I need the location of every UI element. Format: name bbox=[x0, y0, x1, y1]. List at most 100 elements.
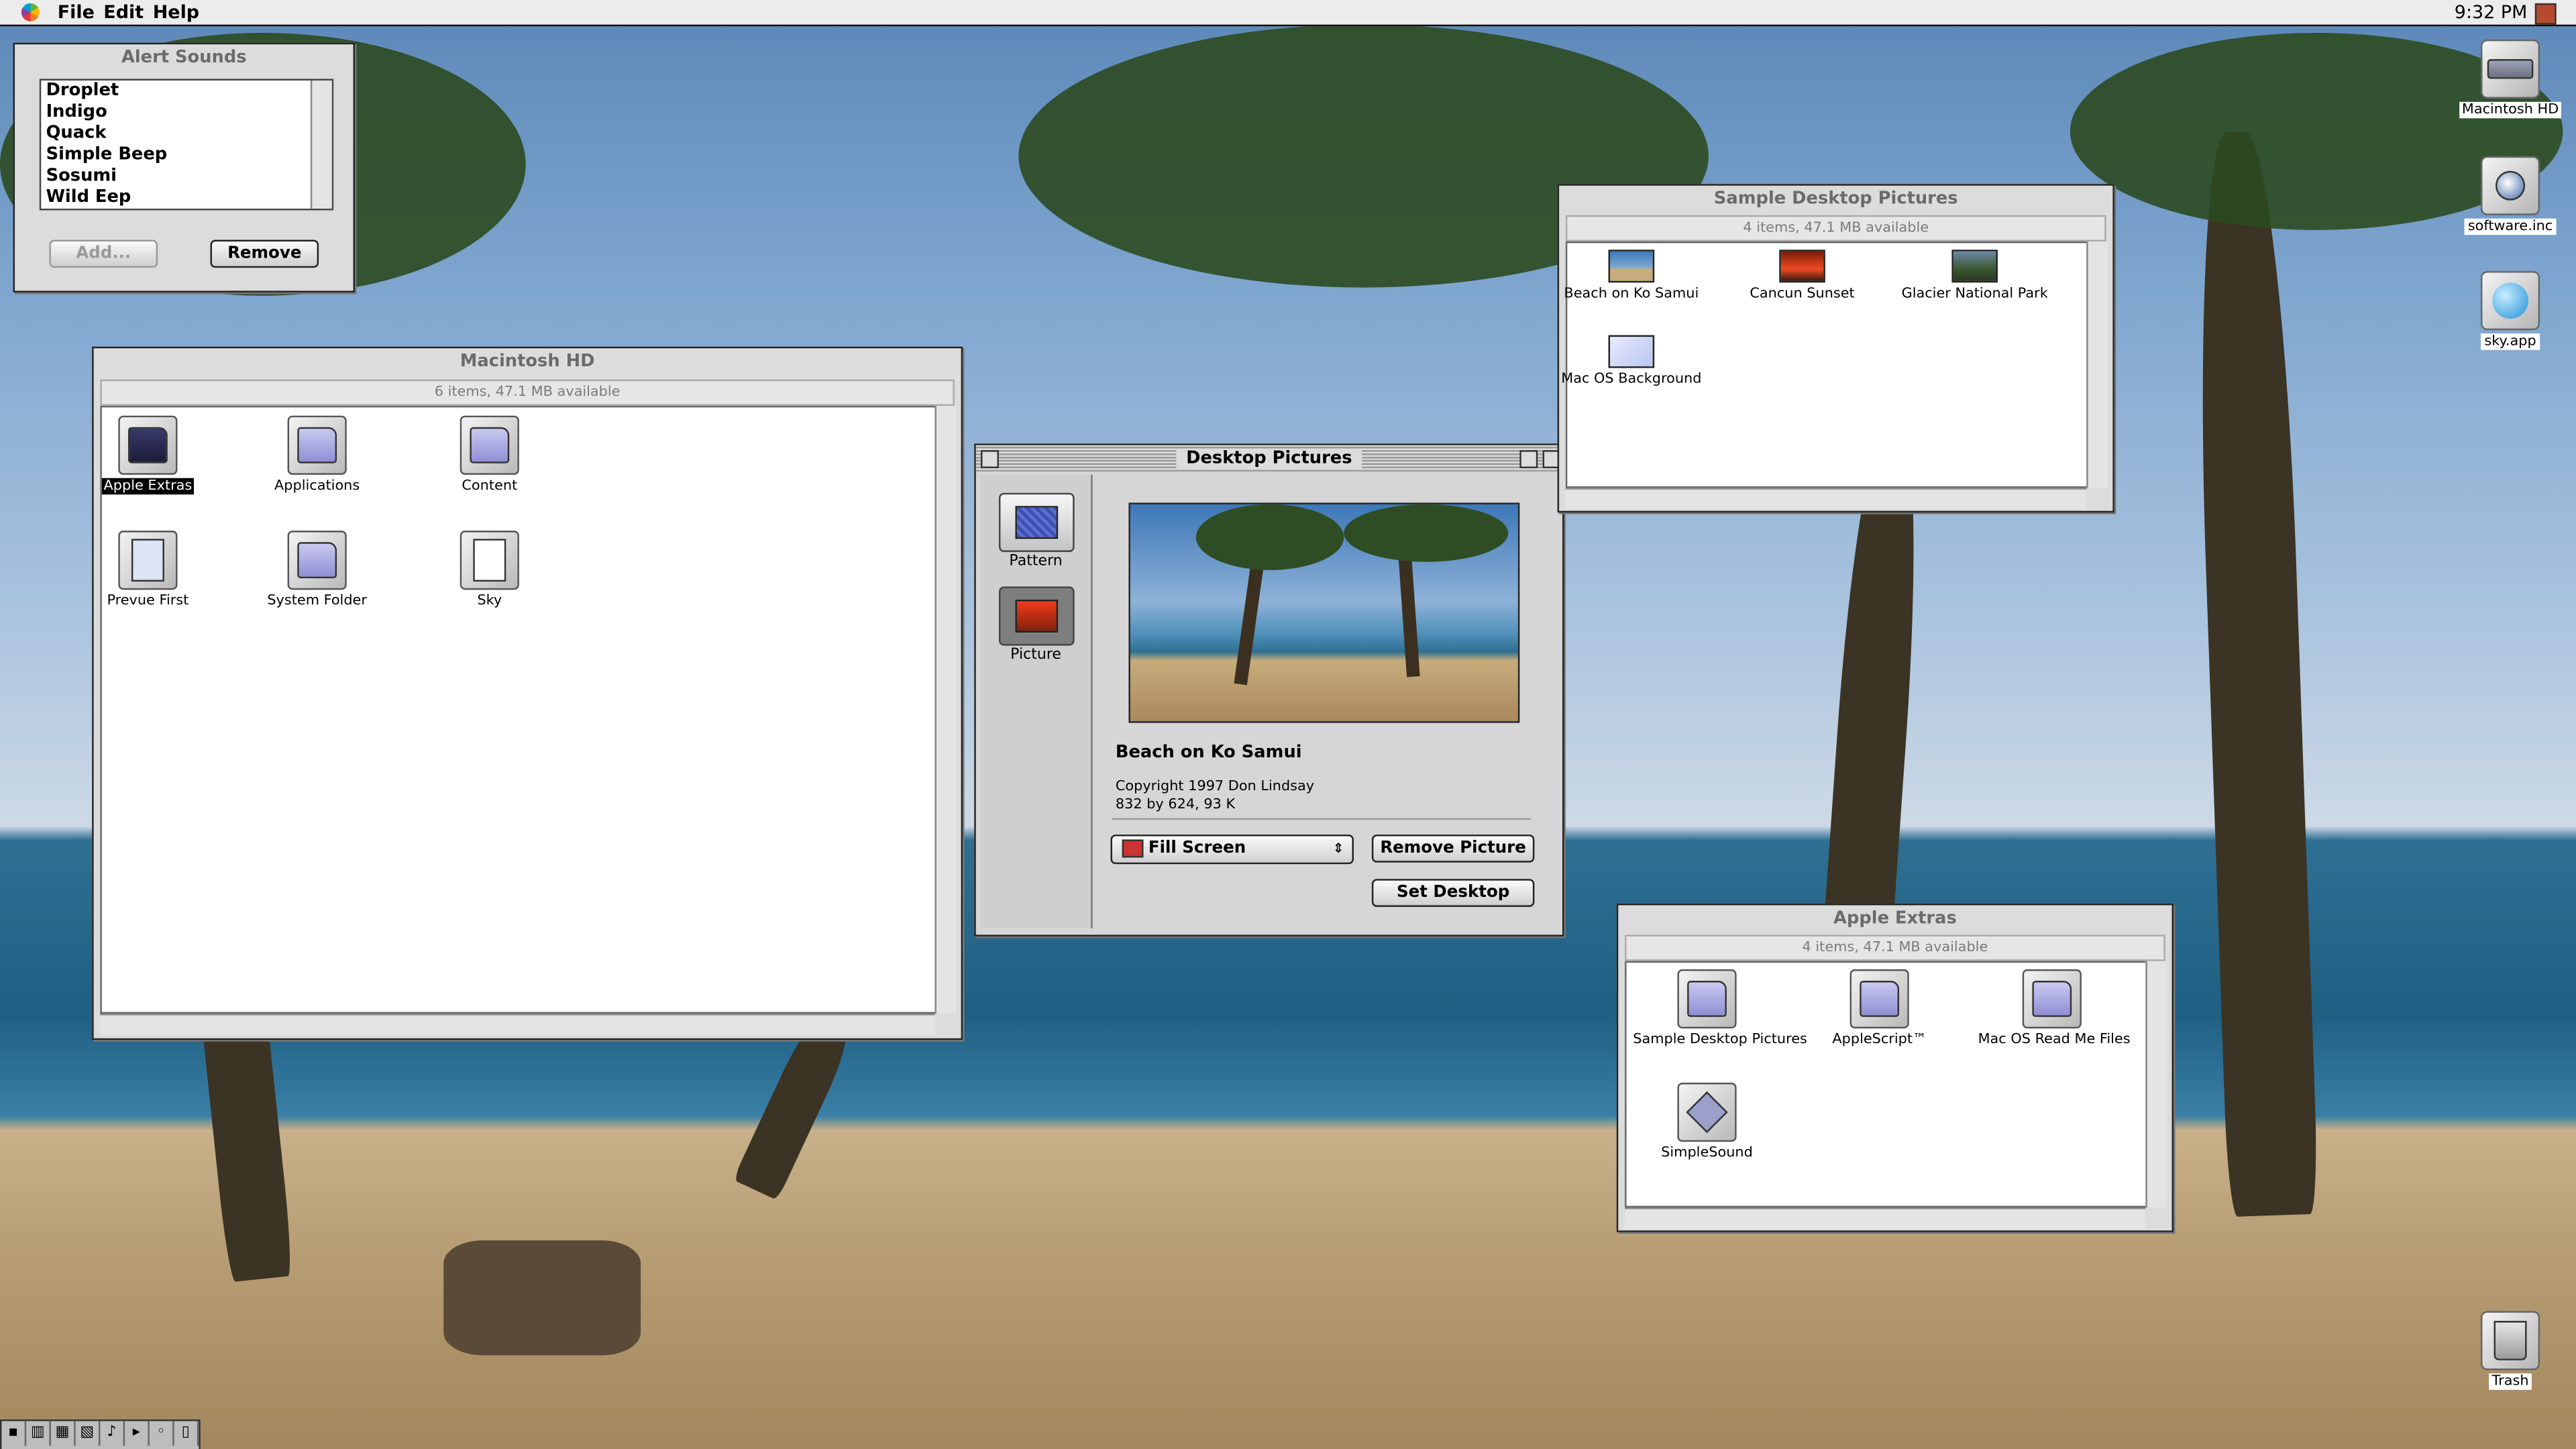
list-item[interactable]: Sosumi bbox=[41, 166, 331, 187]
apple-rainbow-icon[interactable] bbox=[21, 3, 40, 21]
movie-document-icon bbox=[118, 531, 178, 590]
file-label: SimpleSound bbox=[1661, 1144, 1753, 1162]
folder-icon bbox=[118, 415, 178, 475]
file-label: Applications bbox=[274, 478, 360, 495]
strip-speaker-icon[interactable]: ♪ bbox=[100, 1421, 125, 1446]
file-label: Beach on Ko Samui bbox=[1564, 286, 1699, 303]
list-scrollbar[interactable] bbox=[310, 80, 332, 209]
zoom-box-icon[interactable] bbox=[1519, 450, 1538, 468]
menu-clock[interactable]: 9:32 PM bbox=[2455, 1, 2528, 23]
window-title[interactable]: Alert Sounds bbox=[15, 44, 353, 70]
window-title[interactable]: Sample Desktop Pictures bbox=[1559, 186, 2112, 212]
file-label: Cancun Sunset bbox=[1750, 286, 1855, 303]
fill-screen-icon bbox=[1122, 839, 1144, 857]
set-desktop-button[interactable]: Set Desktop bbox=[1371, 879, 1535, 907]
folder-icon bbox=[2022, 969, 2082, 1029]
tree-stump bbox=[443, 1240, 641, 1356]
file-icon[interactable]: Cancun Sunset bbox=[1728, 250, 1876, 303]
desktop-icon[interactable]: software.inc bbox=[2458, 156, 2563, 235]
macos-picture-icon bbox=[1608, 335, 1655, 368]
picture-name: Beach on Ko Samui bbox=[1115, 742, 1302, 763]
folder-icon bbox=[1849, 969, 1909, 1029]
picture-icon bbox=[1015, 599, 1059, 633]
strip-module-icon[interactable]: ▪ bbox=[1, 1421, 27, 1446]
window-title[interactable]: Apple Extras bbox=[1618, 905, 2171, 931]
file-icon[interactable]: System Folder bbox=[243, 531, 390, 610]
file-icon[interactable]: Beach on Ko Samui bbox=[1558, 250, 1705, 303]
window-title-text: Desktop Pictures bbox=[1176, 448, 1362, 468]
tab-picture[interactable] bbox=[998, 586, 1075, 646]
file-label: Apple Extras bbox=[102, 478, 194, 494]
file-label: Glacier National Park bbox=[1901, 286, 2048, 303]
apple-extras-window: Apple Extras 4 items, 47.1 MB available … bbox=[1616, 903, 2174, 1232]
close-box-icon[interactable] bbox=[981, 450, 999, 468]
menu-edit[interactable]: Edit bbox=[103, 1, 144, 23]
trash-icon bbox=[2480, 1311, 2540, 1371]
pattern-icon bbox=[1015, 506, 1059, 539]
position-popup[interactable]: Fill Screen ⇕ bbox=[1110, 835, 1354, 865]
strip-module-icon[interactable]: ▦ bbox=[51, 1421, 76, 1446]
desktop-icon[interactable]: Macintosh HD bbox=[2458, 39, 2563, 119]
file-icon[interactable]: Sample Desktop Pictures bbox=[1633, 969, 1807, 1048]
mountain-picture-icon bbox=[1951, 250, 1998, 283]
window-content: Apple Extras Applications Content Prevue… bbox=[100, 405, 936, 1014]
file-icon[interactable]: Apple Extras bbox=[74, 415, 221, 494]
list-item[interactable]: Indigo bbox=[41, 102, 331, 123]
sunset-picture-icon bbox=[1779, 250, 1825, 283]
divider bbox=[1112, 818, 1532, 820]
tab-picture-label: Picture bbox=[1010, 647, 1061, 664]
list-item[interactable]: Quack bbox=[41, 123, 331, 145]
file-label: Prevue First bbox=[107, 593, 189, 610]
remove-sound-button[interactable]: Remove bbox=[210, 239, 319, 268]
strip-module-icon[interactable]: ▧ bbox=[76, 1421, 101, 1446]
strip-module-icon[interactable]: ▸ bbox=[125, 1421, 150, 1446]
file-icon[interactable]: Sky bbox=[416, 531, 564, 610]
window-content: Sample Desktop Pictures AppleScript™ Mac… bbox=[1625, 961, 2147, 1208]
file-icon[interactable]: SimpleSound bbox=[1633, 1082, 1780, 1162]
strip-module-icon[interactable]: ▥ bbox=[26, 1421, 51, 1446]
horizontal-scrollbar[interactable] bbox=[1625, 1208, 2146, 1229]
tab-sidebar: Pattern Picture bbox=[981, 474, 1093, 928]
strip-tab-icon[interactable]: ▯ bbox=[174, 1421, 199, 1446]
vertical-scrollbar[interactable] bbox=[2145, 961, 2167, 1208]
file-icon[interactable]: Prevue First bbox=[74, 531, 221, 610]
file-icon[interactable]: Content bbox=[416, 415, 564, 494]
horizontal-scrollbar[interactable] bbox=[1565, 488, 2087, 510]
popup-arrows-icon: ⇕ bbox=[1332, 841, 1344, 856]
beach-picture-icon bbox=[1608, 250, 1655, 283]
desktop-pictures-window: Desktop Pictures Pattern Picture Beach o… bbox=[974, 443, 1564, 936]
tab-pattern[interactable] bbox=[998, 492, 1075, 552]
file-label: Mac OS Read Me Files bbox=[1978, 1031, 2131, 1049]
vertical-scrollbar[interactable] bbox=[2086, 241, 2108, 488]
globe-document-icon bbox=[2480, 156, 2540, 215]
file-label: AppleScript™ bbox=[1832, 1031, 1927, 1049]
file-icon[interactable]: AppleScript™ bbox=[1805, 969, 1953, 1049]
file-icon[interactable]: Glacier National Park bbox=[1900, 250, 2048, 303]
desktop-icon[interactable]: Trash bbox=[2458, 1311, 2563, 1390]
sample-pictures-window: Sample Desktop Pictures 4 items, 47.1 MB… bbox=[1557, 184, 2114, 513]
folder-icon bbox=[287, 415, 347, 475]
window-info: 6 items, 47.1 MB available bbox=[100, 379, 955, 406]
list-item[interactable]: Wild Eep bbox=[41, 187, 331, 209]
list-item[interactable]: Droplet bbox=[41, 80, 331, 102]
picture-dimensions: 832 by 624, 93 K bbox=[1115, 796, 1236, 814]
window-title[interactable]: Macintosh HD bbox=[94, 348, 961, 374]
menu-bar: File Edit Help 9:32 PM bbox=[0, 0, 2576, 27]
strip-module-icon[interactable]: ◦ bbox=[150, 1421, 174, 1446]
remove-picture-button[interactable]: Remove Picture bbox=[1371, 835, 1535, 863]
window-title[interactable]: Desktop Pictures bbox=[975, 445, 1562, 472]
menu-file[interactable]: File bbox=[58, 1, 95, 23]
menu-help[interactable]: Help bbox=[153, 1, 199, 23]
file-icon[interactable]: Mac OS Background bbox=[1558, 335, 1705, 388]
list-item[interactable]: Simple Beep bbox=[41, 145, 331, 166]
sound-list[interactable]: Droplet Indigo Quack Simple Beep Sosumi … bbox=[39, 78, 334, 211]
add-sound-button[interactable]: Add... bbox=[49, 239, 158, 268]
desktop-icon-label: software.inc bbox=[2464, 218, 2557, 235]
vertical-scrollbar[interactable] bbox=[934, 405, 957, 1014]
application-switcher-icon[interactable] bbox=[2534, 3, 2557, 25]
file-icon[interactable]: Applications bbox=[243, 415, 390, 495]
desktop-icon-label: Macintosh HD bbox=[2458, 101, 2563, 119]
file-icon[interactable]: Mac OS Read Me Files bbox=[1978, 969, 2131, 1048]
horizontal-scrollbar[interactable] bbox=[100, 1014, 935, 1035]
desktop-icon[interactable]: sky.app bbox=[2458, 271, 2563, 350]
